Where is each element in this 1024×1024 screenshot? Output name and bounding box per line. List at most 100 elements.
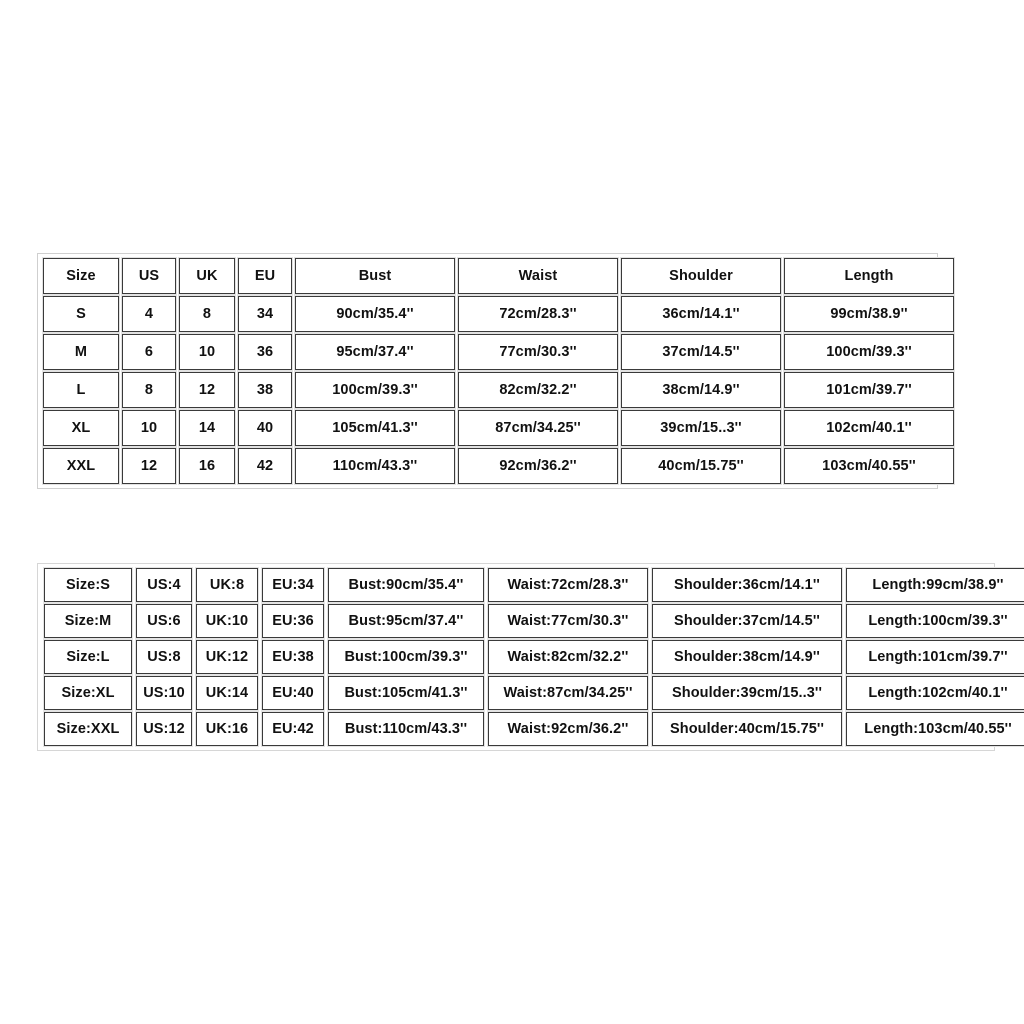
cell-uk: 12 [178,371,236,409]
cell-size: M [42,333,120,371]
cell-length: 102cm/40.1'' [783,409,955,447]
cell-shoulder: Shoulder:36cm/14.1'' [651,567,843,603]
cell-length: Length:102cm/40.1'' [845,675,1024,711]
cell-length: 100cm/39.3'' [783,333,955,371]
cell-waist: 82cm/32.2'' [457,371,619,409]
cell-size: XL [42,409,120,447]
table-row: M 6 10 36 95cm/37.4'' 77cm/30.3'' 37cm/1… [42,333,955,371]
cell-bust: 110cm/43.3'' [294,447,456,485]
cell-us: US:10 [135,675,193,711]
cell-eu: EU:34 [261,567,325,603]
cell-uk: UK:16 [195,711,259,747]
cell-us: US:12 [135,711,193,747]
cell-uk: 14 [178,409,236,447]
cell-waist: 77cm/30.3'' [457,333,619,371]
cell-waist: 72cm/28.3'' [457,295,619,333]
cell-uk: 10 [178,333,236,371]
cell-bust: Bust:110cm/43.3'' [327,711,485,747]
cell-length: Length:103cm/40.55'' [845,711,1024,747]
cell-eu: 42 [237,447,293,485]
column-header-eu: EU [237,257,293,295]
cell-size: Size:L [43,639,133,675]
cell-length: Length:100cm/39.3'' [845,603,1024,639]
cell-us: 10 [121,409,177,447]
cell-us: 6 [121,333,177,371]
cell-waist: Waist:77cm/30.3'' [487,603,649,639]
table-row: XXL 12 16 42 110cm/43.3'' 92cm/36.2'' 40… [42,447,955,485]
cell-us: 12 [121,447,177,485]
cell-waist: Waist:92cm/36.2'' [487,711,649,747]
cell-length: 101cm/39.7'' [783,371,955,409]
cell-eu: 34 [237,295,293,333]
cell-bust: 90cm/35.4'' [294,295,456,333]
cell-bust: Bust:95cm/37.4'' [327,603,485,639]
column-header-length: Length [783,257,955,295]
cell-shoulder: 39cm/15..3'' [620,409,782,447]
cell-shoulder: 40cm/15.75'' [620,447,782,485]
cell-bust: Bust:90cm/35.4'' [327,567,485,603]
cell-size: Size:M [43,603,133,639]
cell-us: US:6 [135,603,193,639]
cell-shoulder: 36cm/14.1'' [620,295,782,333]
column-header-shoulder: Shoulder [620,257,782,295]
column-header-uk: UK [178,257,236,295]
cell-size: Size:XL [43,675,133,711]
size-chart-table: Size US UK EU Bust Waist Shoulder Length… [40,256,957,486]
cell-shoulder: Shoulder:39cm/15..3'' [651,675,843,711]
column-header-bust: Bust [294,257,456,295]
cell-bust: 105cm/41.3'' [294,409,456,447]
size-chart-table-wrapper: Size US UK EU Bust Waist Shoulder Length… [37,253,955,489]
cell-us: 8 [121,371,177,409]
cell-waist: Waist:82cm/32.2'' [487,639,649,675]
cell-eu: EU:38 [261,639,325,675]
cell-eu: EU:42 [261,711,325,747]
cell-length: 103cm/40.55'' [783,447,955,485]
cell-shoulder: Shoulder:38cm/14.9'' [651,639,843,675]
column-header-waist: Waist [457,257,619,295]
table-header-row: Size US UK EU Bust Waist Shoulder Length [42,257,955,295]
cell-shoulder: Shoulder:40cm/15.75'' [651,711,843,747]
cell-shoulder: 37cm/14.5'' [620,333,782,371]
cell-us: 4 [121,295,177,333]
cell-size: L [42,371,120,409]
cell-bust: 95cm/37.4'' [294,333,456,371]
cell-eu: EU:40 [261,675,325,711]
table-row: Size:XXL US:12 UK:16 EU:42 Bust:110cm/43… [43,711,1024,747]
cell-uk: UK:14 [195,675,259,711]
table-row: Size:S US:4 UK:8 EU:34 Bust:90cm/35.4'' … [43,567,1024,603]
cell-shoulder: 38cm/14.9'' [620,371,782,409]
cell-eu: 40 [237,409,293,447]
table-row: Size:M US:6 UK:10 EU:36 Bust:95cm/37.4''… [43,603,1024,639]
cell-waist: 87cm/34.25'' [457,409,619,447]
table-row: S 4 8 34 90cm/35.4'' 72cm/28.3'' 36cm/14… [42,295,955,333]
cell-bust: Bust:100cm/39.3'' [327,639,485,675]
cell-waist: Waist:72cm/28.3'' [487,567,649,603]
cell-shoulder: Shoulder:37cm/14.5'' [651,603,843,639]
labelled-size-chart-table: Size:S US:4 UK:8 EU:34 Bust:90cm/35.4'' … [40,566,1024,748]
cell-bust: Bust:105cm/41.3'' [327,675,485,711]
table-row: Size:L US:8 UK:12 EU:38 Bust:100cm/39.3'… [43,639,1024,675]
cell-uk: UK:8 [195,567,259,603]
cell-length: Length:99cm/38.9'' [845,567,1024,603]
cell-waist: Waist:87cm/34.25'' [487,675,649,711]
cell-uk: 8 [178,295,236,333]
column-header-us: US [121,257,177,295]
cell-uk: UK:10 [195,603,259,639]
cell-us: US:4 [135,567,193,603]
cell-eu: EU:36 [261,603,325,639]
cell-eu: 38 [237,371,293,409]
table-row: XL 10 14 40 105cm/41.3'' 87cm/34.25'' 39… [42,409,955,447]
table-row: L 8 12 38 100cm/39.3'' 82cm/32.2'' 38cm/… [42,371,955,409]
cell-size: Size:XXL [43,711,133,747]
column-header-size: Size [42,257,120,295]
cell-uk: 16 [178,447,236,485]
labelled-size-chart-table-wrapper: Size:S US:4 UK:8 EU:34 Bust:90cm/35.4'' … [37,563,1024,751]
cell-waist: 92cm/36.2'' [457,447,619,485]
cell-eu: 36 [237,333,293,371]
cell-size: XXL [42,447,120,485]
cell-length: 99cm/38.9'' [783,295,955,333]
cell-length: Length:101cm/39.7'' [845,639,1024,675]
table-row: Size:XL US:10 UK:14 EU:40 Bust:105cm/41.… [43,675,1024,711]
cell-us: US:8 [135,639,193,675]
cell-size: Size:S [43,567,133,603]
